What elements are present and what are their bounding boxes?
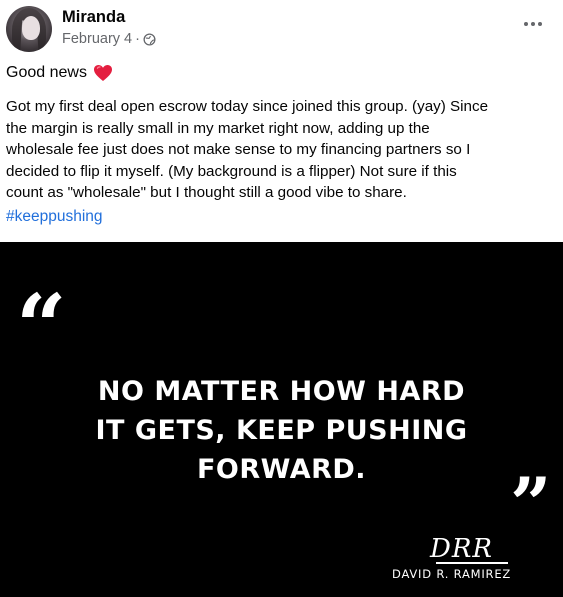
- post-body-line: wholesale fee just does not make sense t…: [6, 141, 471, 159]
- more-dot: [538, 22, 542, 26]
- quote-line: IT GETS, KEEP PUSHING: [95, 415, 468, 446]
- meta-separator: ·: [135, 31, 140, 47]
- post-title: Good news: [6, 64, 87, 81]
- author-name[interactable]: Miranda: [62, 8, 125, 27]
- drr-logo: DRR: [430, 534, 493, 564]
- red-heart-icon: [93, 65, 112, 81]
- more-dot: [524, 22, 528, 26]
- more-dot: [531, 22, 535, 26]
- post-body-line: count as "wholesale" but I thought still…: [6, 184, 407, 202]
- hashtag-link[interactable]: #keeppushing: [6, 208, 103, 226]
- quote-line: FORWARD.: [196, 454, 367, 485]
- post-date[interactable]: February 4: [62, 31, 132, 47]
- post-body: Got my first deal open escrow today sinc…: [6, 96, 558, 204]
- avatar-face: [22, 16, 40, 40]
- author-avatar[interactable]: [6, 6, 52, 52]
- post-title-line: Good news: [6, 64, 113, 82]
- post-body-line: Got my first deal open escrow today sinc…: [6, 98, 489, 115]
- globe-icon[interactable]: [143, 32, 156, 46]
- post-body-line: the margin is really small in my market …: [6, 119, 430, 137]
- post-meta: February 4 ·: [62, 31, 156, 47]
- logo-underline: [436, 562, 508, 564]
- post-header: Miranda February 4 ·: [0, 0, 563, 60]
- opening-quote-mark: “: [16, 274, 67, 378]
- quote-line: NO MATTER HOW HARD: [97, 376, 466, 407]
- post-body-line: decided to flip it myself. (My backgroun…: [6, 162, 457, 180]
- quote-text: NO MATTER HOW HARD IT GETS, KEEP PUSHING…: [0, 372, 563, 489]
- author-signature: DAVID R. RAMIREZ: [392, 567, 512, 581]
- post-image[interactable]: “ NO MATTER HOW HARD IT GETS, KEEP PUSHI…: [0, 242, 563, 597]
- more-options-icon[interactable]: [524, 18, 546, 30]
- closing-quote-mark: ”: [510, 461, 551, 546]
- facebook-post: Miranda February 4 · Good news Got my fi…: [0, 0, 563, 597]
